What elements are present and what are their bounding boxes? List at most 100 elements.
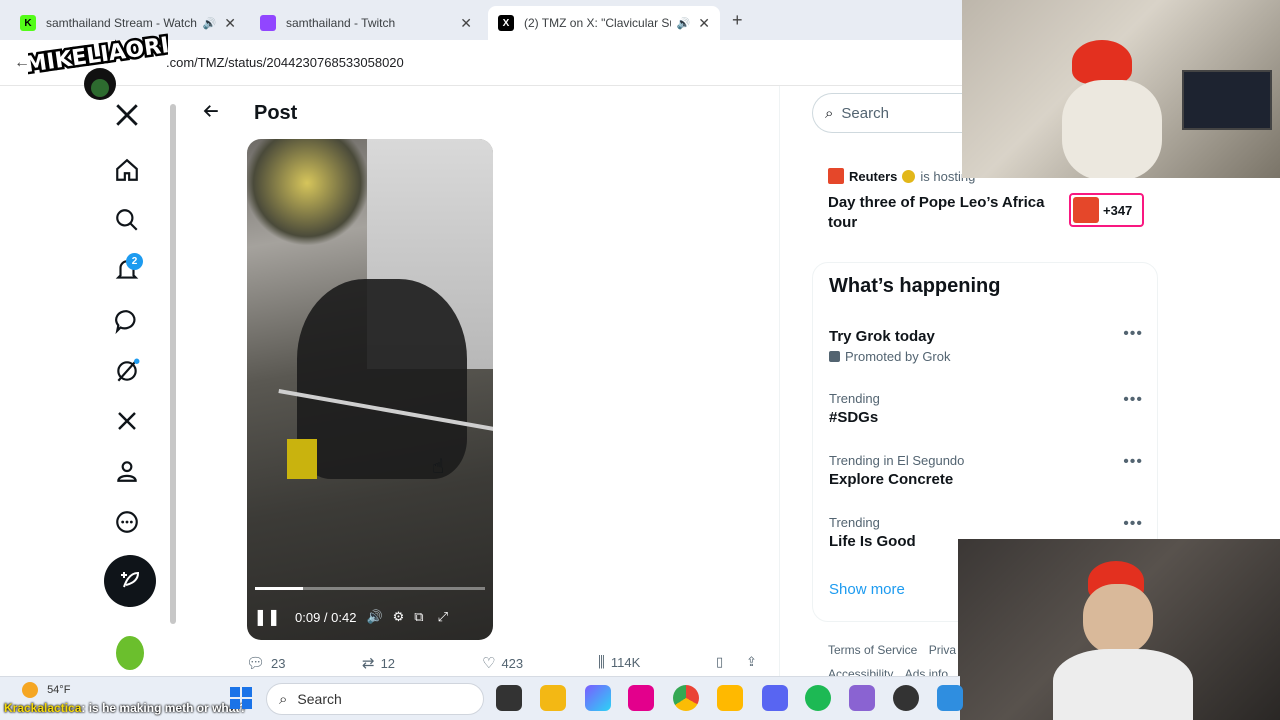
repost-icon: ⇄	[362, 655, 375, 672]
chat-overlay: Krackalactica: is he making meth or what…	[4, 701, 247, 715]
file-explorer-icon[interactable]	[540, 685, 566, 711]
spotify-icon[interactable]	[805, 685, 831, 711]
windows-start-icon[interactable]	[230, 687, 252, 709]
messages-icon[interactable]	[113, 307, 141, 335]
profile-icon[interactable]	[113, 457, 141, 485]
x-logo-icon[interactable]	[113, 101, 141, 129]
mouse-cursor-icon: ☝	[432, 456, 445, 478]
picsart-icon[interactable]	[628, 685, 654, 711]
scrollbar[interactable]	[168, 92, 178, 667]
volume-icon[interactable]: 🔊	[366, 609, 382, 625]
photos-icon[interactable]	[937, 685, 963, 711]
tab-title: (2) TMZ on X: "Clavicular Su	[524, 16, 671, 30]
search-placeholder: Search	[841, 104, 889, 122]
trend-item[interactable]: Trending in El Segundo Explore Concrete …	[829, 453, 1149, 488]
trend-context: Trending	[829, 515, 880, 530]
search-input[interactable]: ⌕ Search	[812, 93, 972, 133]
share-icon[interactable]: ⇪	[746, 654, 757, 670]
app-icon[interactable]	[849, 685, 875, 711]
trend-name: Try Grok today	[829, 328, 935, 345]
more-options-icon[interactable]: •••	[1123, 325, 1143, 343]
explore-icon[interactable]	[113, 206, 141, 234]
windows-taskbar: 54°F Krackalactica: is he making meth or…	[0, 676, 963, 720]
close-tab-icon[interactable]: ✕	[224, 15, 236, 32]
notification-badge: 2	[126, 253, 143, 270]
terminal-app-icon[interactable]	[496, 685, 522, 711]
repost-count: 12	[380, 655, 396, 671]
grok-icon[interactable]	[113, 357, 141, 385]
promoted-icon	[829, 351, 840, 362]
promoted-label: Promoted by Grok	[845, 349, 951, 364]
panel-title: What’s happening	[829, 275, 1001, 297]
trend-name: #SDGs	[829, 409, 879, 426]
taskbar-search-input[interactable]: ⌕ Search	[266, 683, 484, 715]
chrome-icon[interactable]	[673, 685, 699, 711]
reply-count: 23	[271, 655, 286, 671]
video-time: 0:09 / 0:42	[295, 609, 357, 625]
post-column: Post ❚❚ 0:09 / 0:42 🔊 ⚙ ⧉ ⤢ ☝ 💬︎ 23 ⇄ 12 ♡…	[180, 86, 780, 676]
weather-widget[interactable]: 54°F	[22, 682, 70, 698]
listener-count[interactable]: +347	[1069, 193, 1144, 227]
bookmark-icon[interactable]: ▯	[716, 654, 723, 670]
reply-icon: 💬︎	[246, 655, 266, 672]
streamer-logo: MIKELIAORI	[21, 22, 173, 104]
home-icon[interactable]	[113, 156, 141, 184]
reply-button[interactable]: 💬︎ 23	[246, 654, 286, 672]
trend-item[interactable]: Try Grok today Promoted by Grok •••	[829, 325, 1149, 364]
video-frame	[247, 139, 367, 249]
twitch-favicon-icon	[260, 15, 276, 31]
premium-x-icon[interactable]	[113, 407, 141, 435]
video-player[interactable]: ❚❚ 0:09 / 0:42 🔊 ⚙ ⧉ ⤢	[247, 139, 493, 640]
like-count: 423	[501, 655, 524, 671]
tab-x-post[interactable]: X (2) TMZ on X: "Clavicular Su 🔊 ✕	[488, 6, 720, 40]
live-title: Day three of Pope Leo’s Africa tour	[828, 194, 1045, 231]
trend-item[interactable]: Trending #SDGs •••	[829, 391, 1149, 426]
privacy-link[interactable]: Priva	[929, 643, 956, 657]
taskbar-search-label: Search	[297, 691, 342, 707]
more-options-icon[interactable]: •••	[1123, 453, 1143, 471]
copilot-icon[interactable]	[585, 685, 611, 711]
show-more-link[interactable]: Show more	[829, 581, 905, 598]
fullscreen-icon[interactable]: ⤢	[438, 609, 448, 625]
pip-icon[interactable]: ⧉	[414, 609, 423, 625]
avatar	[1073, 197, 1099, 223]
speaker-icon[interactable]: 🔊	[203, 17, 217, 30]
pause-icon[interactable]: ❚❚	[247, 607, 287, 627]
back-arrow-icon[interactable]	[202, 102, 220, 126]
moon-weather-icon	[22, 682, 38, 698]
account-avatar[interactable]	[116, 636, 144, 670]
obs-icon[interactable]	[893, 685, 919, 711]
x-favicon-icon: X	[498, 15, 514, 31]
speaker-icon[interactable]: 🔊	[677, 17, 691, 30]
heart-icon: ♡	[482, 655, 496, 672]
discord-icon[interactable]	[762, 685, 788, 711]
close-tab-icon[interactable]: ✕	[698, 15, 710, 32]
more-options-icon[interactable]: •••	[1123, 391, 1143, 409]
new-tab-button[interactable]: +	[732, 10, 743, 31]
close-tab-icon[interactable]: ✕	[460, 15, 472, 32]
trend-context: Trending	[829, 391, 880, 406]
url-field[interactable]: .com/TMZ/status/2044230768533058020	[166, 55, 404, 70]
more-options-icon[interactable]: •••	[1123, 515, 1143, 533]
sun-app-icon[interactable]	[717, 685, 743, 711]
terms-link[interactable]: Terms of Service	[828, 643, 917, 657]
views-button[interactable]: ⫼ 114K	[598, 654, 640, 671]
chat-message: : is he making meth or what?	[81, 701, 247, 715]
webcam-overlay-bottom	[958, 539, 1280, 720]
more-icon[interactable]	[113, 508, 141, 536]
trend-context: Trending in El Segundo	[829, 453, 965, 468]
like-button[interactable]: ♡ 423	[482, 654, 523, 672]
host-name: Reuters	[849, 168, 898, 184]
view-count: 114K	[610, 655, 641, 670]
search-icon: ⌕	[279, 690, 288, 708]
video-progress-bar[interactable]	[255, 587, 485, 590]
search-icon: ⌕	[825, 104, 834, 122]
post-actions: 💬︎ 23 ⇄ 12 ♡ 423 ⫼ 114K ▯ ⇪	[246, 654, 766, 674]
settings-gear-icon[interactable]: ⚙	[393, 609, 405, 625]
tab-twitch[interactable]: samthailand - Twitch ✕	[250, 6, 482, 40]
repost-button[interactable]: ⇄ 12	[362, 654, 395, 672]
compose-post-button[interactable]	[104, 555, 156, 607]
trend-name: Explore Concrete	[829, 471, 954, 488]
chat-username: Krackalactica	[4, 701, 82, 715]
verified-badge-icon	[902, 169, 916, 183]
